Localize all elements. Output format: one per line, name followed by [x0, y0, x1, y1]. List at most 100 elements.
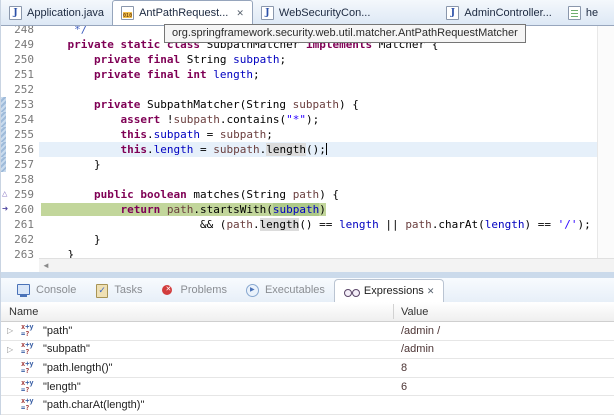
code-editor[interactable]: 248 */249 private static class SubpathMa…	[1, 26, 614, 272]
line-number[interactable]: 248	[1, 26, 34, 37]
code-text: this.length = subpath.length();	[41, 142, 327, 157]
column-header-value[interactable]: Value	[401, 302, 428, 322]
line-number[interactable]: 252	[1, 82, 34, 97]
expression-name: "path.length()"	[43, 362, 113, 374]
expression-value: /admin /	[401, 325, 440, 337]
expressions-rows: ▷x+y=?"path"/admin /▷x+y=?"subpath"/admi…	[1, 322, 614, 415]
view-tab-console[interactable]: Console	[7, 278, 85, 302]
view-tab-bar: Console Tasks Problems ExecutablesExpressio…	[1, 278, 614, 302]
line-number[interactable]: 263	[1, 247, 34, 258]
line-number[interactable]: 256	[1, 142, 34, 157]
editor-tab-he[interactable]: he	[560, 0, 606, 25]
expression-name: "path.charAt(length)"	[43, 399, 144, 411]
java-file-icon: J	[261, 6, 274, 20]
code-line-261[interactable]: 261 && (path.length() == length || path.…	[1, 217, 614, 232]
watch-expression-icon: x+y=?	[21, 324, 39, 338]
line-number[interactable]: 249	[1, 37, 34, 52]
view-tab-executables[interactable]: Executables	[236, 278, 334, 302]
line-number[interactable]: 255	[1, 127, 34, 142]
code-text: private final String subpath;	[41, 52, 286, 67]
expression-row[interactable]: x+y=? "path.charAt(length)"	[1, 396, 614, 415]
expression-row[interactable]: ▷x+y=? "subpath" /admin	[1, 341, 614, 360]
code-line-257[interactable]: 257 }	[1, 157, 614, 172]
code-line-253[interactable]: 253 private SubpathMatcher(String subpat…	[1, 97, 614, 112]
line-number[interactable]: 251	[1, 67, 34, 82]
code-text: }	[41, 247, 74, 258]
expand-arrow-icon[interactable]: ▷	[7, 326, 21, 335]
console-icon	[16, 284, 31, 297]
view-tab-problems[interactable]: Problems	[151, 278, 235, 302]
horizontal-scrollbar[interactable]: ◄	[39, 258, 614, 272]
code-line-262[interactable]: 262 }	[1, 232, 614, 247]
view-tab-expressions[interactable]: Expressions✕	[334, 279, 444, 302]
tasks-icon	[94, 284, 109, 297]
code-text: assert !subpath.contains("*");	[41, 112, 319, 127]
tab-label: Problems	[180, 284, 226, 296]
line-number[interactable]: 261	[1, 217, 34, 232]
tab-label: WebSecurityCon...	[279, 7, 371, 19]
arrow-marker-icon[interactable]: ➜	[2, 202, 13, 217]
editor-tab-antpathrequest[interactable]: 010AntPathRequest...✕	[112, 0, 253, 26]
java-file-icon: J	[9, 6, 22, 20]
tab-label: AntPathRequest...	[139, 7, 228, 19]
expression-row[interactable]: ▷x+y=? "path" /admin /	[1, 322, 614, 341]
watch-expression-icon: x+y=?	[21, 398, 39, 412]
code-text: && (path.length() == length || path.char…	[41, 217, 591, 232]
text-caret	[326, 143, 327, 155]
tab-label: Console	[36, 284, 76, 296]
code-text: }	[41, 232, 101, 247]
problems-icon	[160, 284, 175, 297]
expressions-table-header: Name Value	[1, 302, 614, 322]
overview-ruler[interactable]	[597, 26, 614, 258]
expression-row[interactable]: x+y=?"path.length()"8	[1, 359, 614, 378]
expression-name: "length"	[43, 381, 81, 393]
bottom-panel: Console Tasks Problems ExecutablesExpressio…	[1, 278, 614, 415]
expression-value: 6	[401, 381, 407, 393]
expression-value: /admin	[401, 343, 434, 355]
editor-tab-applicationjava[interactable]: JApplication.java	[1, 0, 112, 25]
tab-label: Tasks	[114, 284, 142, 296]
line-number[interactable]: 258	[1, 172, 34, 187]
expression-name: "path"	[43, 325, 72, 337]
line-number[interactable]: 253	[1, 97, 34, 112]
line-number[interactable]: 254	[1, 112, 34, 127]
column-header-name[interactable]: Name	[9, 306, 38, 318]
editor-tab-admincontroller[interactable]: JAdminController...	[438, 0, 559, 25]
scroll-left-arrow-icon[interactable]: ◄	[39, 261, 50, 270]
code-line-259[interactable]: 259△ public boolean matches(String path)…	[1, 187, 614, 202]
triangle-marker-icon[interactable]: △	[2, 187, 13, 202]
line-number[interactable]: 257	[1, 157, 34, 172]
code-line-250[interactable]: 250 private final String subpath;	[1, 52, 614, 67]
code-line-260[interactable]: 260➜ return path.startsWith(subpath)	[1, 202, 614, 217]
code-line-258[interactable]: 258	[1, 172, 614, 187]
code-text: this.subpath = subpath;	[41, 127, 273, 142]
line-number[interactable]: 262	[1, 232, 34, 247]
expand-arrow-icon[interactable]: ▷	[7, 345, 21, 354]
editor-tab-bar: JApplication.java010AntPathRequest...✕JW…	[1, 0, 614, 26]
expression-name: "subpath"	[43, 343, 90, 355]
close-icon[interactable]: ✕	[236, 8, 244, 19]
code-line-252[interactable]: 252	[1, 82, 614, 97]
class-name-tooltip: org.springframework.security.web.util.ma…	[164, 24, 526, 43]
code-line-263[interactable]: 263 }	[1, 247, 614, 258]
expression-value: 8	[401, 362, 407, 374]
code-text: public boolean matches(String path) {	[41, 187, 339, 202]
code-line-251[interactable]: 251 private final int length;	[1, 67, 614, 82]
code-line-254[interactable]: 254 assert !subpath.contains("*");	[1, 112, 614, 127]
code-line-255[interactable]: 255 this.subpath = subpath;	[1, 127, 614, 142]
editor-tab-websecuritycon[interactable]: J WebSecurityCon...	[253, 0, 379, 25]
expressions-icon	[344, 285, 359, 298]
java-file-icon: J	[446, 6, 459, 20]
view-tab-tasks[interactable]: Tasks	[85, 278, 151, 302]
line-number[interactable]: 250	[1, 52, 34, 67]
close-icon[interactable]: ✕	[427, 286, 435, 297]
tab-label: he	[586, 7, 598, 19]
debug-highlight: return path.startsWith(subpath)	[41, 203, 326, 216]
code-text: }	[41, 157, 101, 172]
watch-expression-icon: x+y=?	[21, 380, 39, 394]
expression-row[interactable]: x+y=? "length" 6	[1, 378, 614, 397]
watch-expression-icon: x+y=?	[21, 342, 39, 356]
code-lines: 248 */249 private static class SubpathMa…	[1, 26, 614, 258]
code-line-256[interactable]: 256 this.length = subpath.length();	[1, 142, 614, 157]
code-text: */	[41, 26, 87, 37]
